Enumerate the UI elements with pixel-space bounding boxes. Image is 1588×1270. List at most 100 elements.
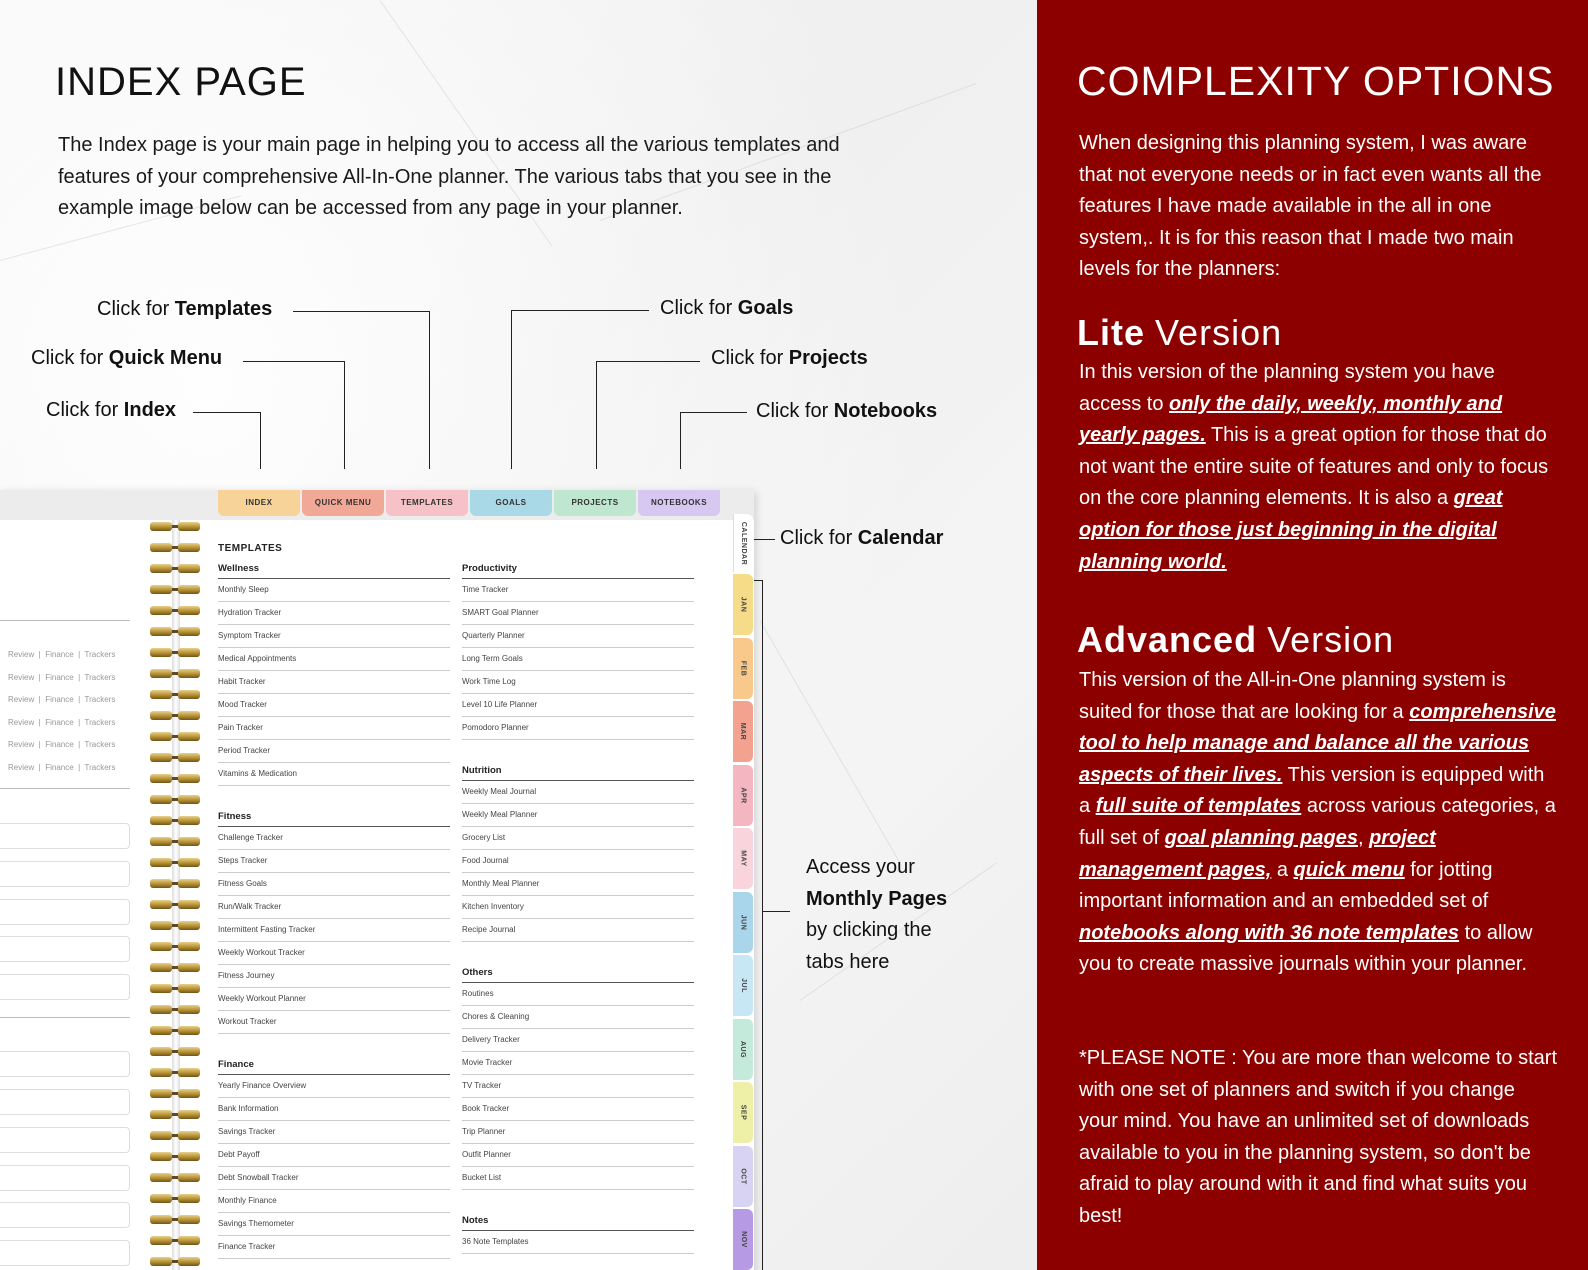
side-tab-jan[interactable]: JAN	[733, 574, 753, 635]
advanced-version-heading: Advanced Version	[1077, 619, 1395, 660]
template-link[interactable]: Vitamins & Medication	[218, 763, 450, 786]
side-tab-feb[interactable]: FEB	[733, 637, 753, 699]
tab-quick-menu[interactable]: QUICK MENU	[302, 490, 384, 516]
left-page-row: Review | Finance | Trackers	[8, 672, 116, 682]
tab-index[interactable]: INDEX	[218, 490, 300, 516]
left-page-row: Review | Finance | Trackers	[8, 695, 116, 705]
template-link[interactable]: Grocery List	[462, 827, 694, 850]
tab-notebooks[interactable]: NOTEBOOKS	[638, 490, 720, 516]
templates-heading: TEMPLATES	[218, 543, 283, 554]
complexity-panel: COMPLEXITY OPTIONS When designing this p…	[1037, 0, 1588, 1270]
complexity-title: COMPLEXITY OPTIONS	[1077, 58, 1555, 104]
index-section: INDEX PAGE The Index page is your main p…	[0, 0, 1037, 1270]
templates-column-1: Wellness Monthly Sleep Hydration Tracker Sy…	[218, 563, 450, 1259]
template-link[interactable]: Monthly Meal Planner	[462, 873, 694, 896]
template-section-wellness: Wellness	[218, 563, 450, 579]
template-link[interactable]: Recipe Journal	[462, 919, 694, 942]
template-link[interactable]: Delivery Tracker	[462, 1029, 694, 1052]
template-section-finance: Finance	[218, 1059, 450, 1075]
template-link[interactable]: Mood Tracker	[218, 694, 450, 717]
callout-index: Click for Index	[46, 399, 177, 421]
template-link[interactable]: Symptom Tracker	[218, 625, 450, 648]
template-link[interactable]: Level 10 Life Planner	[462, 694, 694, 717]
template-link[interactable]: Weekly Meal Journal	[462, 781, 694, 804]
template-section-others: Others	[462, 967, 694, 983]
side-tab-apr[interactable]: APR	[733, 764, 753, 826]
template-link[interactable]: Monthly Sleep	[218, 579, 450, 602]
template-link[interactable]: Pomodoro Planner	[462, 717, 694, 740]
template-link[interactable]: Fitness Goals	[218, 873, 450, 896]
template-link[interactable]: Bank Information	[218, 1098, 450, 1121]
side-tab-calendar[interactable]: CALENDAR	[733, 514, 753, 572]
template-link[interactable]: SMART Goal Planner	[462, 602, 694, 625]
side-tab-may[interactable]: MAY	[733, 828, 753, 889]
template-link[interactable]: Outfit Planner	[462, 1144, 694, 1167]
template-link[interactable]: Chores & Cleaning	[462, 1006, 694, 1029]
complexity-intro: When designing this planning system, I w…	[1079, 132, 1542, 281]
side-tab-sep[interactable]: SEP	[733, 1082, 753, 1143]
advanced-version-text: This version of the All-in-One planning …	[1079, 669, 1556, 976]
side-tab-oct[interactable]: OCT	[733, 1145, 753, 1207]
template-link[interactable]: Fitness Journey	[218, 965, 450, 988]
template-link[interactable]: Workout Tracker	[218, 1011, 450, 1034]
template-section-fitness: Fitness	[218, 811, 450, 827]
template-link[interactable]: Savings Themometer	[218, 1213, 450, 1236]
template-link[interactable]: Bucket List	[462, 1167, 694, 1190]
callout-templates: Click for Templates	[97, 298, 273, 320]
callout-notebooks: Click for Notebooks	[756, 400, 938, 422]
template-link[interactable]: Habit Tracker	[218, 671, 450, 694]
template-link[interactable]: Period Tracker	[218, 740, 450, 763]
template-link[interactable]: Quarterly Planner	[462, 625, 694, 648]
template-link[interactable]: Routines	[462, 983, 694, 1006]
template-link[interactable]: Book Tracker	[462, 1098, 694, 1121]
left-page-row: Review | Finance | Trackers	[8, 740, 116, 750]
template-section-nutrition: Nutrition	[462, 765, 694, 781]
template-section-productivity: Productivity	[462, 563, 694, 579]
left-page-row: Review | Finance | Trackers	[8, 650, 116, 659]
template-link[interactable]: Movie Tracker	[462, 1052, 694, 1075]
spiral-binding	[150, 520, 200, 1270]
planner-top-tab-bar: INDEX QUICK MENU TEMPLATES GOALS PROJECTS NOT…	[0, 490, 754, 520]
template-link[interactable]: Savings Tracker	[218, 1121, 450, 1144]
template-link[interactable]: Food Journal	[462, 850, 694, 873]
index-intro-text: The Index page is your main page in help…	[58, 134, 840, 219]
please-note-text: *PLEASE NOTE : You are more than welcome…	[1079, 1047, 1558, 1227]
lite-version-text: In this version of the planning system y…	[1079, 361, 1549, 573]
side-tab-nov[interactable]: NOV	[733, 1209, 753, 1270]
template-link[interactable]: Long Term Goals	[462, 648, 694, 671]
template-link[interactable]: Steps Tracker	[218, 850, 450, 873]
callout-monthly-pages: Access your Monthly Pages by clicking th…	[806, 856, 948, 973]
template-link[interactable]: Medical Appointments	[218, 648, 450, 671]
template-link[interactable]: Finance Tracker	[218, 1236, 450, 1259]
index-page-title: INDEX PAGE	[55, 60, 307, 104]
template-link[interactable]: Hydration Tracker	[218, 602, 450, 625]
side-tab-mar[interactable]: MAR	[733, 701, 753, 762]
template-link[interactable]: Kitchen Inventory	[462, 896, 694, 919]
left-page-row: Review | Finance | Trackers	[8, 717, 116, 727]
callout-calendar: Click for Calendar	[780, 527, 944, 549]
template-link[interactable]: 36 Note Templates	[462, 1231, 694, 1254]
template-link[interactable]: Monthly Finance	[218, 1190, 450, 1213]
templates-column-2: Productivity Time Tracker SMART Goal Plann…	[462, 563, 694, 1254]
side-tab-jun[interactable]: JUN	[733, 891, 753, 953]
template-link[interactable]: Challenge Tracker	[218, 827, 450, 850]
template-link[interactable]: Debt Payoff	[218, 1144, 450, 1167]
template-link[interactable]: Pain Tracker	[218, 717, 450, 740]
tab-projects[interactable]: PROJECTS	[554, 490, 636, 516]
side-tab-jul[interactable]: JUL	[733, 955, 753, 1016]
side-tab-aug[interactable]: AUG	[733, 1018, 753, 1080]
template-link[interactable]: Work Time Log	[462, 671, 694, 694]
callout-quick-menu: Click for Quick Menu	[31, 347, 223, 369]
template-link[interactable]: Weekly Workout Planner	[218, 988, 450, 1011]
template-link[interactable]: Run/Walk Tracker	[218, 896, 450, 919]
tab-templates[interactable]: TEMPLATES	[386, 490, 468, 516]
template-link[interactable]: Yearly Finance Overview	[218, 1075, 450, 1098]
template-link[interactable]: Weekly Workout Tracker	[218, 942, 450, 965]
template-link[interactable]: Debt Snowball Tracker	[218, 1167, 450, 1190]
template-link[interactable]: Weekly Meal Planner	[462, 804, 694, 827]
tab-goals[interactable]: GOALS	[470, 490, 552, 516]
template-link[interactable]: Intermittent Fasting Tracker	[218, 919, 450, 942]
template-link[interactable]: Time Tracker	[462, 579, 694, 602]
template-link[interactable]: TV Tracker	[462, 1075, 694, 1098]
template-link[interactable]: Trip Planner	[462, 1121, 694, 1144]
